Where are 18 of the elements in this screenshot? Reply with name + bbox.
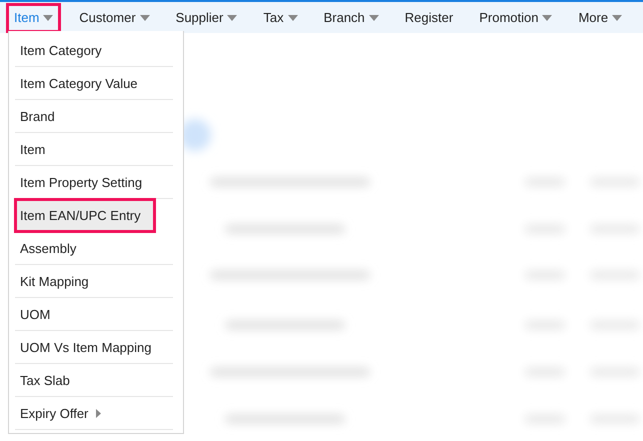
nav-menu-item[interactable]: Tax xyxy=(255,2,306,32)
dropdown-menu-item[interactable]: Assembly xyxy=(15,232,173,265)
nav-menu-item[interactable]: Register xyxy=(396,2,462,32)
dropdown-menu-item[interactable]: Item EAN/UPC Entry xyxy=(15,199,155,232)
dropdown-menu-item[interactable]: Item Category xyxy=(15,34,173,67)
dropdown-menu-item[interactable]: Tax Slab xyxy=(15,364,173,397)
dropdown-menu-item[interactable]: UOM Vs Item Mapping xyxy=(15,331,173,364)
dropdown-menu-item[interactable]: Expiry Offer xyxy=(15,397,173,430)
nav-menu-item[interactable]: Supplier xyxy=(168,2,246,32)
dropdown-menu-item[interactable]: UOM xyxy=(15,298,173,331)
dropdown-menu-item[interactable]: Brand xyxy=(15,100,173,133)
dropdown-menu-item[interactable]: Item xyxy=(15,133,173,166)
dropdown-menu-item[interactable]: Item Category Value xyxy=(15,67,173,100)
nav-menu-item[interactable]: Branch xyxy=(316,2,387,32)
nav-menu-item[interactable]: Customer xyxy=(71,2,158,32)
nav-menu-item[interactable]: Promotion xyxy=(471,2,560,32)
dropdown-menu-item[interactable]: Kit Mapping xyxy=(15,265,173,298)
nav-menu-item[interactable]: More xyxy=(570,2,630,32)
